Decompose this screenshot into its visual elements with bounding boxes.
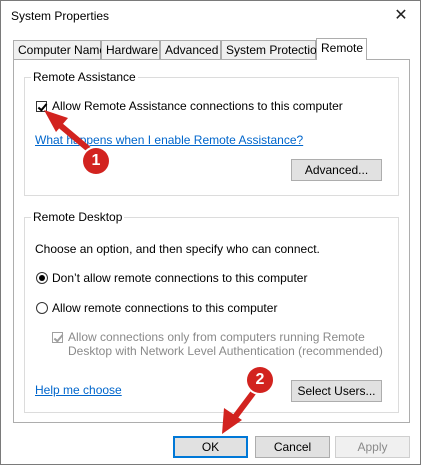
close-button[interactable]: ✕ <box>390 4 412 26</box>
close-icon: ✕ <box>394 7 408 24</box>
tab-remote[interactable]: Remote <box>316 38 367 60</box>
advanced-button[interactable]: Advanced... <box>291 159 382 181</box>
remote-assistance-group: Remote Assistance Allow Remote Assistanc… <box>24 70 399 196</box>
nla-only-label-line2: Desktop with Network Level Authenticatio… <box>68 344 383 358</box>
tab-system-protection[interactable]: System Protection <box>221 40 323 59</box>
apply-button[interactable]: Apply <box>335 436 410 458</box>
allow-remote-label[interactable]: Allow remote connections to this compute… <box>52 301 277 315</box>
annotation-badge-1: 1 <box>83 148 109 174</box>
nla-only-label-line1: Allow connections only from computers ru… <box>68 330 365 344</box>
cancel-button[interactable]: Cancel <box>255 436 330 458</box>
remote-assistance-help-link[interactable]: What happens when I enable Remote Assist… <box>35 133 303 147</box>
dont-allow-remote-label[interactable]: Don’t allow remote connections to this c… <box>52 271 307 285</box>
tab-computer-name[interactable]: Computer Name <box>13 40 106 59</box>
tab-advanced[interactable]: Advanced <box>160 40 221 59</box>
remote-assistance-label: Remote Assistance <box>31 70 138 84</box>
help-me-choose-link[interactable]: Help me choose <box>35 383 122 397</box>
allow-remote-radio[interactable] <box>36 302 48 314</box>
title-bar: System Properties ✕ <box>1 1 420 31</box>
allow-remote-assistance-label[interactable]: Allow Remote Assistance connections to t… <box>52 99 343 113</box>
tab-hardware[interactable]: Hardware <box>101 40 160 59</box>
remote-desktop-instruction: Choose an option, and then specify who c… <box>35 242 320 256</box>
select-users-button[interactable]: Select Users... <box>291 380 382 402</box>
remote-desktop-group: Remote Desktop Choose an option, and the… <box>24 210 399 413</box>
system-properties-window: System Properties ✕ Computer Name Hardwa… <box>0 0 421 465</box>
dont-allow-remote-radio[interactable] <box>36 272 48 284</box>
nla-only-checkbox[interactable] <box>52 332 63 343</box>
tab-panel-remote: Remote Assistance Allow Remote Assistanc… <box>13 59 410 423</box>
annotation-badge-2: 2 <box>247 367 273 393</box>
remote-desktop-label: Remote Desktop <box>31 210 125 224</box>
window-title: System Properties <box>11 9 110 23</box>
allow-remote-assistance-checkbox[interactable] <box>36 101 47 112</box>
ok-button[interactable]: OK <box>173 436 248 458</box>
